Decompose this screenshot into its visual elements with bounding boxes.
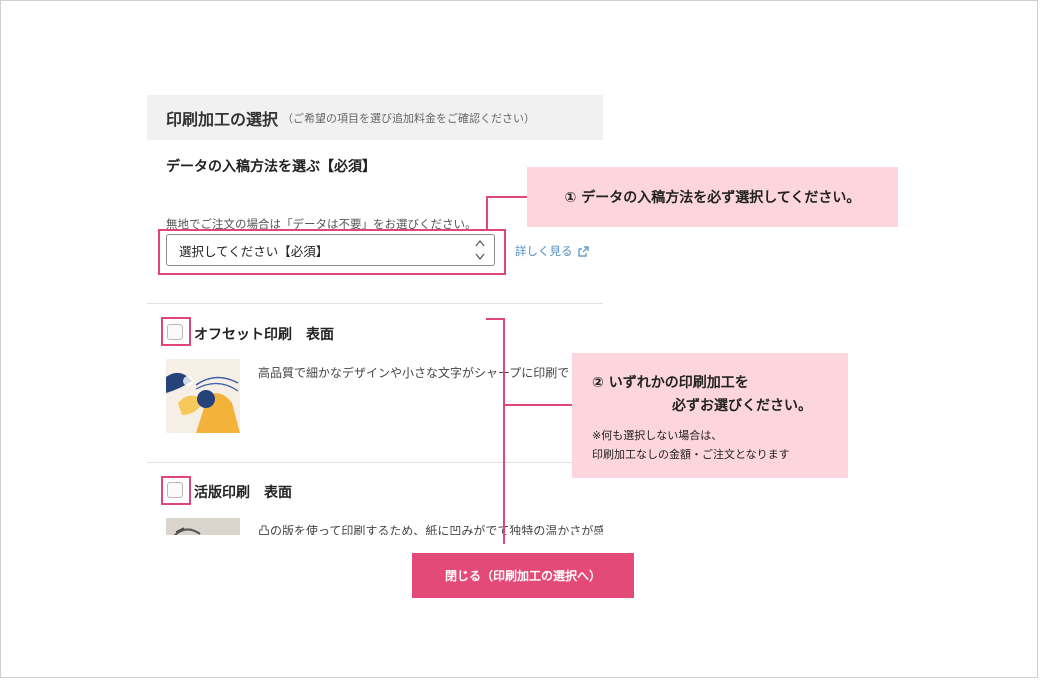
panel-title: 印刷加工の選択 (166, 109, 279, 129)
callout2-line2: 必ずお選びください。 (672, 398, 812, 414)
callout2-note2: 印刷加工なしの金額・ご注文となります (592, 448, 790, 461)
offset-print-description: 高品質で細かなデザインや小さな文字がシャープに印刷で (258, 366, 570, 380)
offset-checkbox-highlight (161, 317, 191, 346)
panel-subtitle: （ご希望の項目を選び追加料金をご確認ください） (282, 111, 536, 125)
details-link-label: 詳しく見る (515, 244, 573, 258)
section-divider (147, 303, 603, 304)
close-button[interactable]: 閉じる（印刷加工の選択へ） (412, 553, 634, 598)
details-link[interactable]: 詳しく見る (515, 243, 589, 259)
data-method-heading: データの入稿方法を選ぶ【必須】 (166, 159, 376, 175)
connector-line (486, 318, 504, 320)
connector-line (503, 318, 505, 544)
callout-print-processing: ② いずれかの印刷加工を 必ずお選びください。 ※何も選択しない場合は、 印刷加… (572, 353, 848, 478)
letterpress-thumbnail (166, 518, 240, 535)
connector-line (503, 404, 573, 406)
item-divider (147, 462, 603, 463)
connector-line (486, 196, 488, 230)
offset-print-title: オフセット印刷 表面 (194, 327, 334, 343)
callout2-note1: ※何も選択しない場合は、 (592, 429, 723, 442)
callout2-line1: ② いずれかの印刷加工を (592, 375, 749, 391)
external-link-icon (577, 245, 589, 257)
letterpress-description: 凸の版を使って印刷するため、紙に凹みがでて独特の温かさが感 (258, 524, 603, 535)
connector-line (486, 196, 527, 198)
print-processing-panel: 印刷加工の選択 （ご希望の項目を選び追加料金をご確認ください） データの入稿方法… (147, 95, 603, 535)
letterpress-title: 活版印刷 表面 (194, 485, 292, 501)
select-highlight-box (158, 229, 506, 275)
offset-print-thumbnail (166, 359, 240, 433)
panel-header: 印刷加工の選択 （ご希望の項目を選び追加料金をご確認ください） (147, 95, 603, 140)
letterpress-checkbox-highlight (161, 476, 191, 505)
callout-data-method: ① データの入稿方法を必ず選択してください。 (527, 167, 898, 227)
